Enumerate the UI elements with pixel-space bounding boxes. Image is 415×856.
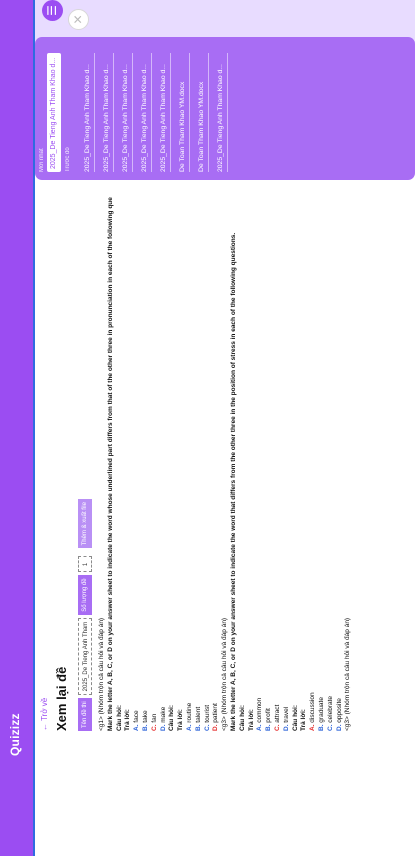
option-letter: D. — [212, 724, 220, 732]
option-text: talent — [194, 706, 202, 725]
option-letter: A. — [185, 724, 193, 732]
option-text: profit — [265, 708, 273, 725]
list-icon: ☰ — [45, 5, 59, 16]
option-letter: C. — [273, 724, 281, 732]
newest-label: Mới nhất — [39, 148, 45, 172]
current-document[interactable]: 2025_De Tieng Anh Tham Khao d... — [47, 53, 61, 172]
document-item[interactable]: 2025_De Tieng Anh Tham Khao d... — [81, 53, 95, 172]
option-text: patient — [212, 703, 220, 725]
option-letter: A. — [256, 724, 264, 732]
back-link[interactable]: ← Trở về — [40, 698, 49, 731]
exam-review-panel: ← Trở về Xem lại đề Tên đề thi 2025_De T… — [35, 94, 415, 856]
export-file-button[interactable]: Thêm & xuất file — [78, 499, 92, 549]
close-button[interactable]: × — [68, 9, 89, 30]
document-item[interactable]: De Toan Tham Khao YM.docx — [176, 53, 190, 172]
option-letter: B. — [317, 724, 325, 732]
option-letter: C. — [150, 724, 158, 732]
document-item[interactable]: De Toan Tham Khao YM.docx — [195, 53, 209, 172]
option-text: common — [256, 697, 264, 725]
option-text: tourist — [203, 704, 211, 725]
option-text: opposite — [335, 698, 343, 725]
option-text: take — [141, 710, 149, 725]
review-page: ← Trở về Xem lại đề Tên đề thi 2025_De T… — [35, 0, 415, 856]
option-text: celebrate — [326, 695, 334, 725]
option-text: routine — [185, 702, 193, 725]
option-letter: D. — [282, 724, 290, 732]
document-sidebar: Mới nhất 2025_De Tieng Anh Tham Khao d..… — [35, 37, 415, 180]
exam-count-value[interactable]: 1 — [78, 556, 92, 573]
page-title: Xem lại đề — [54, 666, 69, 731]
exam-file-name[interactable]: 2025_De Tieng Anh Tham — [78, 617, 92, 696]
option-letter: C. — [203, 724, 211, 732]
exam-name-tab[interactable]: Tên đề thi — [78, 698, 92, 731]
option-text: fan — [150, 713, 158, 725]
close-icon: × — [70, 14, 87, 25]
option-letter: B. — [265, 724, 273, 732]
option-letter: B. — [194, 724, 202, 732]
option-text: attract — [273, 704, 281, 725]
document-item[interactable]: 2025_De Tieng Anh Tham Khao d... — [157, 53, 171, 172]
option-letter: A. — [309, 724, 317, 732]
option-text: face — [133, 710, 141, 725]
screen: Quizizz ← Trở về Xem lại đề Tên đề thi 2… — [0, 0, 415, 856]
brand-name: Quizizz — [8, 713, 22, 756]
option-text: discussion — [309, 692, 317, 725]
option-text: make — [159, 706, 167, 725]
document-item[interactable]: 2025_De Tieng Anh Tham Khao d... — [100, 53, 114, 172]
menu-toggle-button[interactable]: ☰ — [42, 0, 63, 21]
document-item[interactable]: 2025_De Tieng Anh Tham Khao d... — [214, 53, 228, 172]
document-item[interactable]: 2025_De Tieng Anh Tham Khao d... — [138, 53, 152, 172]
exam-controls: Tên đề thi 2025_De Tieng Anh Tham Số lượ… — [78, 499, 92, 731]
option-letter: D. — [335, 724, 343, 732]
option-letter: A. — [133, 724, 141, 732]
rotated-app: Quizizz ← Trở về Xem lại đề Tên đề thi 2… — [0, 0, 415, 856]
previous-label: Trước đó — [65, 147, 71, 172]
option-text: graduate — [317, 697, 325, 725]
option-letter: C. — [326, 724, 334, 732]
exam-count-label: Số lượng đề — [78, 575, 92, 615]
option-letter: B. — [141, 724, 149, 732]
option-letter: D. — [159, 724, 167, 732]
top-bar: Quizizz — [0, 0, 33, 856]
document-item[interactable]: 2025_De Tieng Anh Tham Khao d... — [119, 53, 133, 172]
option-text: travel — [282, 706, 290, 725]
